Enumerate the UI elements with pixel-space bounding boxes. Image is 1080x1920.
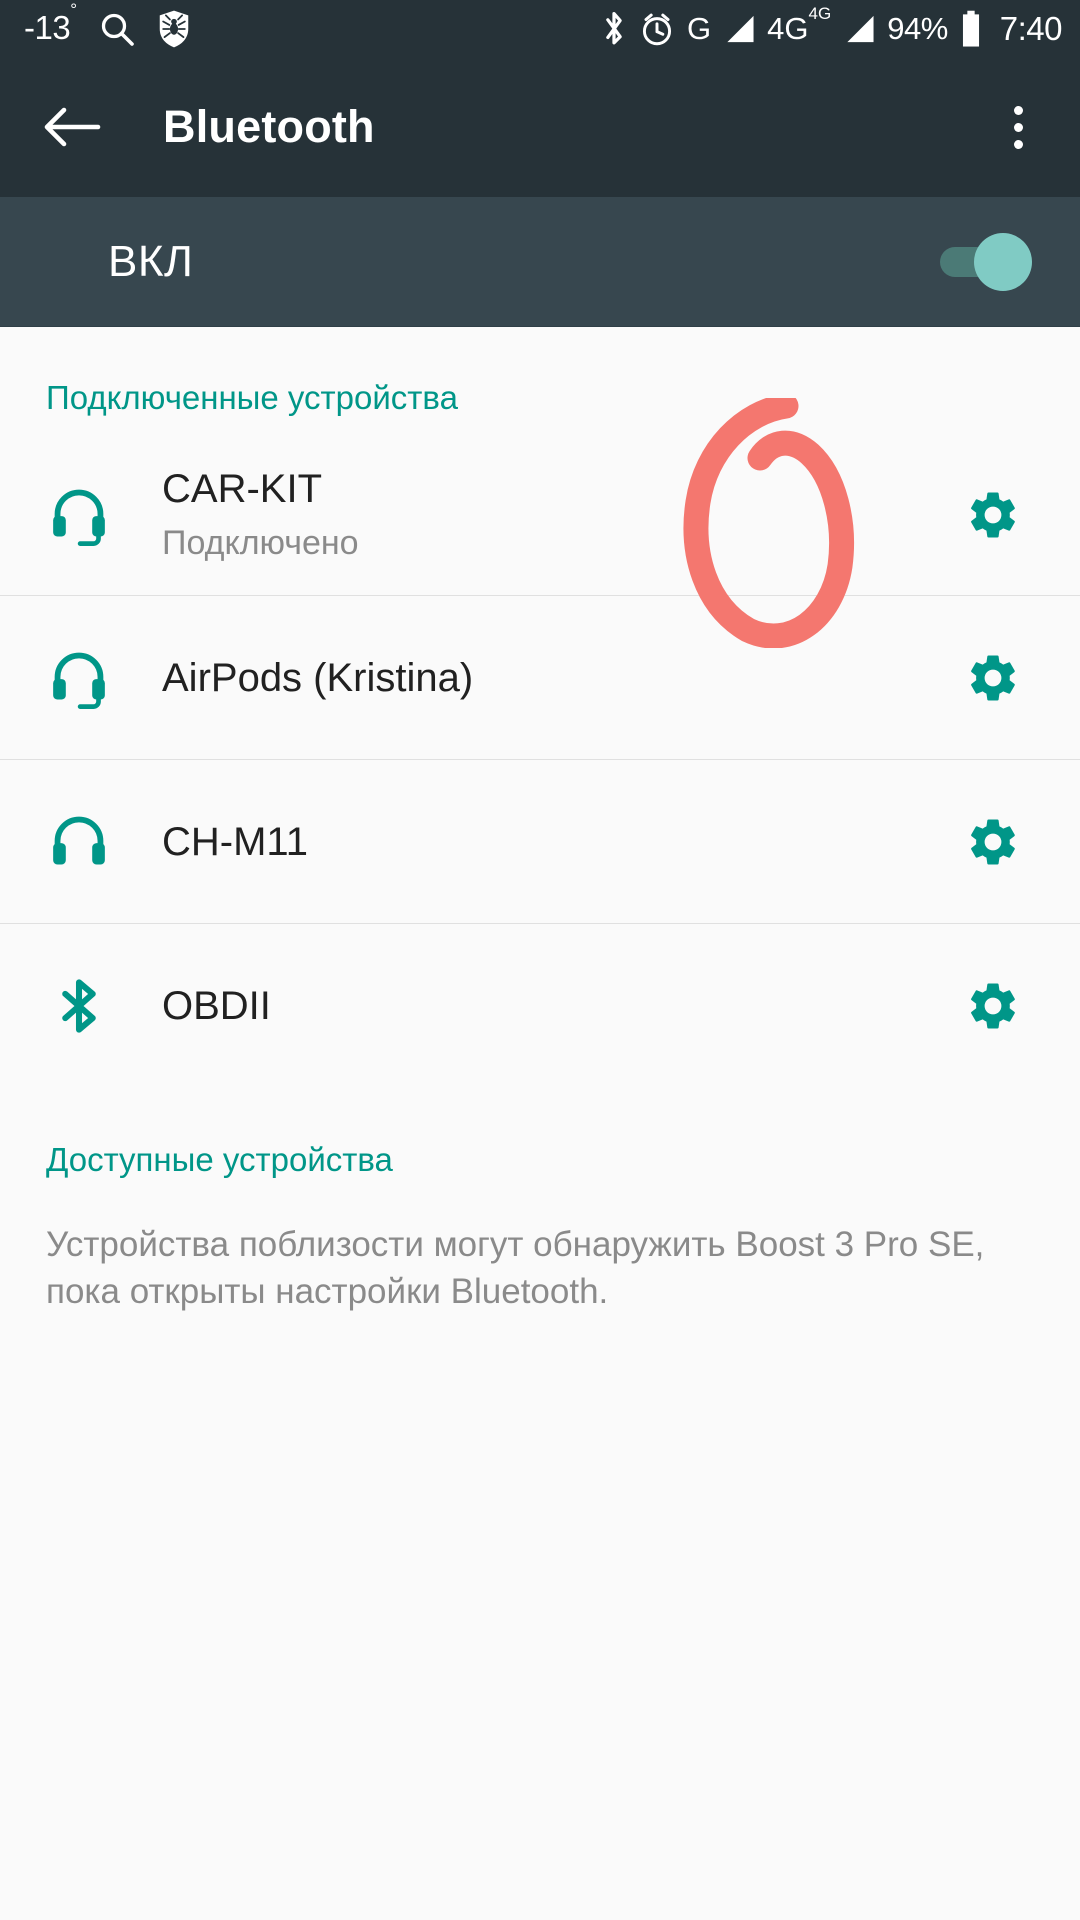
device-text-block: CH-M11 [162,819,308,865]
device-row-ch-m11[interactable]: CH-M11 [0,760,1080,923]
gear-icon [971,655,1015,700]
headset-icon [46,482,118,548]
battery-percent-label: 94% [887,11,948,46]
status-bar-right: G 4G4G 94% 7:40 [601,3,1063,49]
signal-bars-2-icon [843,13,875,45]
bluetooth-toggle[interactable] [934,232,1032,291]
device-settings-gear-button[interactable] [950,963,1036,1049]
device-name: CH-M11 [162,819,308,864]
available-devices-description: Устройства поблизости могут обнаружить B… [46,1225,985,1312]
device-settings-gear-button[interactable] [950,799,1036,885]
overflow-dot [1013,122,1023,132]
clock-label: 7:40 [999,10,1063,47]
temperature-indicator: -13° [24,0,77,46]
available-devices-header: Доступные устройства [46,1141,393,1178]
drweb-spider-icon [157,10,191,48]
status-bar: -13° G 4G4G 94% 7:40 [0,0,1080,57]
search-icon[interactable] [99,11,135,47]
overflow-dot [1013,105,1023,115]
app-bar: Bluetooth [0,57,1080,197]
battery-icon [960,10,982,48]
back-arrow-icon [44,107,101,147]
overflow-menu-button[interactable] [986,88,1050,166]
device-name: AirPods (Kristina) [162,655,474,700]
headphones-icon [46,809,118,875]
connected-devices-header: Подключенные устройства [46,379,458,416]
gear-icon [971,819,1015,864]
device-name: OBDII [162,983,271,1028]
device-text-block: CAR-KIT Подключено [162,466,359,563]
toggle-thumb [974,232,1032,291]
alarm-icon [639,10,675,48]
signal-bars-1-icon [723,13,755,45]
device-status: Подключено [162,524,359,563]
device-settings-gear-button[interactable] [950,635,1036,721]
status-bar-left: -13° [24,0,191,48]
bluetooth-switch-label: ВКЛ [108,236,194,286]
device-row-obdii[interactable]: OBDII [0,924,1080,1087]
page-title: Bluetooth [163,101,375,152]
device-row-airpods[interactable]: AirPods (Kristina) [0,596,1080,759]
headset-icon [46,645,118,711]
device-settings-gear-button[interactable] [950,472,1036,558]
gear-icon [971,492,1015,538]
overflow-dot [1013,139,1023,149]
back-button[interactable] [36,91,108,163]
bluetooth-icon [601,9,627,49]
bluetooth-icon [46,973,118,1039]
gear-icon [971,983,1015,1028]
settings-content: Подключенные устройства CAR-KIT Подключе… [0,327,1080,1316]
network-type-1: G [687,11,712,46]
device-text-block: AirPods (Kristina) [162,655,473,701]
network-type-2: 4G4G [767,3,832,46]
device-row-car-kit[interactable]: CAR-KIT Подключено [0,435,1080,595]
device-name: CAR-KIT [162,467,322,512]
device-text-block: OBDII [162,983,271,1029]
bluetooth-master-switch-row[interactable]: ВКЛ [0,197,1080,327]
